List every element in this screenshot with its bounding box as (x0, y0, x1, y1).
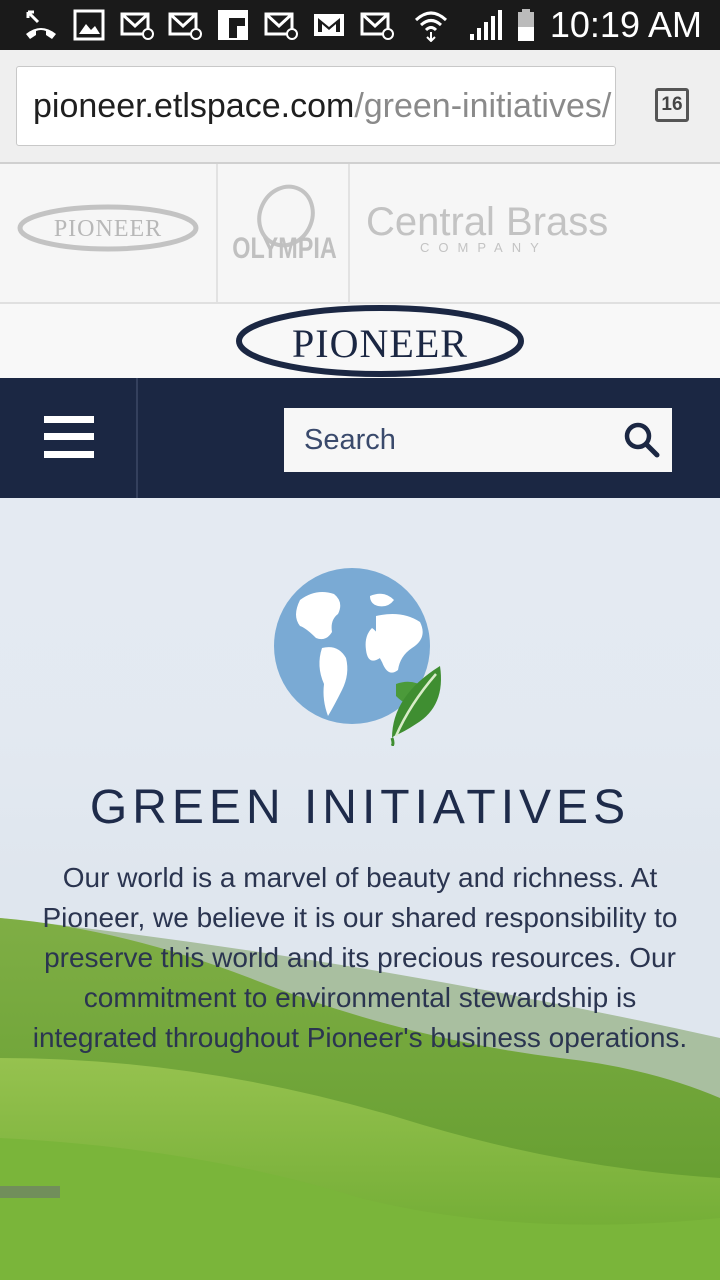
email-icon (360, 12, 394, 40)
missed-call-icon (26, 10, 56, 39)
brand-olympia-label: OLYMPIA (232, 232, 337, 265)
url-path: /green-initiatives/ (354, 87, 612, 125)
hero-section: GREEN INITIATIVES Our world is a marvel … (0, 498, 720, 1280)
search-input[interactable] (284, 408, 604, 472)
gmail-icon (314, 14, 344, 36)
brand-pioneer-label: PIONEER (53, 216, 163, 242)
gallery-icon (73, 9, 105, 41)
hamburger-icon-bar (44, 433, 94, 440)
browser-toolbar: pioneer.etlspace.com/green-initiatives/ … (0, 50, 720, 164)
brand-central-brass[interactable]: Central Brass COMPANY (350, 164, 630, 302)
wifi-icon (414, 11, 448, 42)
globe-leaf-icon (274, 568, 441, 746)
signal-icon (470, 10, 502, 40)
brand-company-label: COMPANY (420, 240, 548, 255)
status-bar: 10:19 AM (0, 0, 720, 50)
intro-paragraph: Our world is a marvel of beauty and rich… (32, 862, 688, 1053)
page-title: GREEN INITIATIVES (89, 781, 631, 834)
url-host: pioneer.etlspace.com (33, 87, 355, 125)
brand-strip: PIONEER OLYMPIA Central Brass COMPANY (0, 164, 720, 304)
search-box (284, 408, 672, 472)
clock: 10:19 AM (549, 4, 702, 45)
navigation-bar (0, 378, 720, 498)
brand-olympia[interactable]: OLYMPIA (218, 164, 348, 302)
brand-pioneer[interactable]: PIONEER (0, 164, 216, 302)
site-logo-row: PIONEER (0, 304, 720, 378)
flipboard-icon (218, 10, 248, 40)
pioneer-logo-text: PIONEER (292, 321, 468, 366)
hamburger-icon-bar (44, 451, 94, 458)
email-icon (264, 12, 298, 40)
menu-button[interactable] (0, 378, 138, 498)
brand-central-brass-label: Central Brass (366, 200, 609, 244)
hamburger-icon (44, 416, 94, 423)
url-bar[interactable]: pioneer.etlspace.com/green-initiatives/ (16, 66, 616, 146)
email-icon (168, 12, 202, 40)
email-icon (120, 12, 154, 40)
search-icon[interactable] (622, 420, 662, 460)
tabs-button[interactable]: 16 (655, 88, 689, 122)
battery-icon (518, 9, 534, 41)
